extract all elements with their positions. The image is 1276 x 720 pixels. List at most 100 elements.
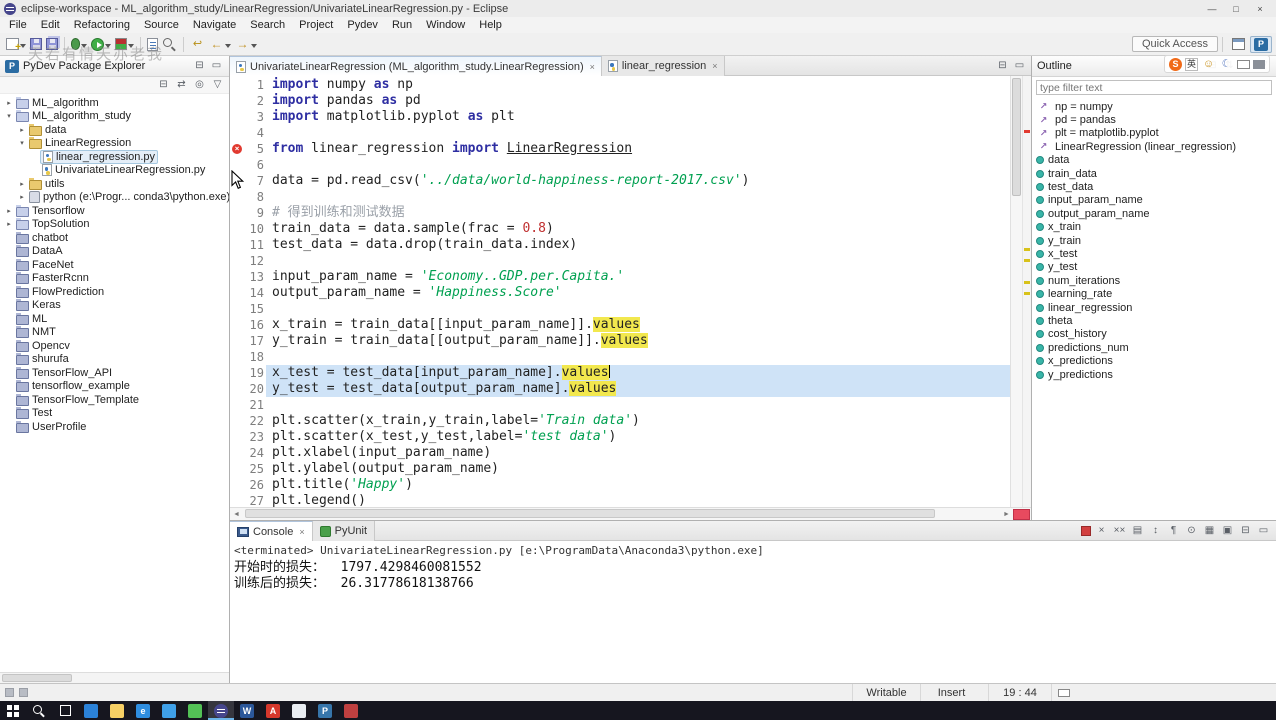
code-line[interactable]: 1 import numpy as np — [230, 77, 1010, 93]
pydev-perspective-button[interactable]: P — [1250, 35, 1272, 53]
editor-horizontal-scrollbar[interactable]: ◄ ► — [230, 507, 1031, 520]
pdf-icon[interactable]: A — [260, 701, 286, 720]
code-line-text[interactable]: output_param_name = 'Happiness.Score' — [266, 285, 1010, 301]
sogou-logo-icon[interactable]: S — [1169, 57, 1182, 71]
code-line[interactable]: 21 — [230, 397, 1010, 413]
vscode-icon[interactable] — [156, 701, 182, 720]
outline-item-plt-matplotlib-pyplot[interactable]: ↗ plt = matplotlib.pyplot — [1036, 127, 1276, 140]
outline-item-pd-pandas[interactable]: ↗ pd = pandas — [1036, 113, 1276, 126]
menu-run[interactable]: Run — [385, 18, 419, 32]
word-icon[interactable]: W — [234, 701, 260, 720]
forward-button[interactable]: → — [233, 36, 259, 53]
expand-arrow-icon[interactable]: ▸ — [17, 126, 27, 134]
scroll-left-icon[interactable]: ◄ — [230, 511, 243, 518]
wechat-icon[interactable] — [182, 701, 208, 720]
code-line-text[interactable] — [266, 125, 1010, 141]
tree-item-dataa[interactable]: DataA — [0, 245, 229, 259]
tree-item-test[interactable]: Test — [0, 407, 229, 421]
code-line-text[interactable]: plt.ylabel(output_param_name) — [266, 461, 1010, 477]
tree-item-univariatelinearregression-py[interactable]: UnivariateLinearRegression.py — [0, 164, 229, 178]
menu-source[interactable]: Source — [137, 18, 186, 32]
code-line[interactable]: 17 y_train = train_data[[output_param_nam… — [230, 333, 1010, 349]
tree-item-keras[interactable]: Keras — [0, 299, 229, 313]
close-icon[interactable]: × — [712, 61, 717, 71]
code-line[interactable]: 16 x_train = train_data[[input_param_name… — [230, 317, 1010, 333]
explorer-horizontal-scrollbar[interactable] — [0, 672, 229, 683]
code-line-text[interactable]: plt.scatter(x_test,y_test,label='test da… — [266, 429, 1010, 445]
language-mode-icon[interactable]: 英 — [1185, 57, 1198, 71]
tree-item-data[interactable]: ▸ data — [0, 123, 229, 137]
code-line[interactable]: 7 data = pd.read_csv('../data/world-happi… — [230, 173, 1010, 189]
code-line[interactable]: 23 plt.scatter(x_test,y_test,label='test … — [230, 429, 1010, 445]
debug-button[interactable] — [69, 37, 89, 52]
code-line[interactable]: 26 plt.title('Happy') — [230, 477, 1010, 493]
night-mode-icon[interactable]: ☾ — [1219, 57, 1234, 72]
outline-filter-input[interactable] — [1036, 80, 1272, 95]
soft-keyboard-icon[interactable] — [1237, 59, 1250, 69]
code-line[interactable]: 15 — [230, 301, 1010, 317]
collapse-arrow-icon[interactable]: ▾ — [17, 139, 27, 147]
code-line-text[interactable]: plt.xlabel(input_param_name) — [266, 445, 1010, 461]
tree-item-flowprediction[interactable]: FlowPrediction — [0, 285, 229, 299]
code-line-text[interactable]: y_train = train_data[[output_param_name]… — [266, 333, 1010, 349]
menu-edit[interactable]: Edit — [34, 18, 67, 32]
expand-arrow-icon[interactable]: ▸ — [17, 193, 27, 201]
code-line-text[interactable] — [266, 301, 1010, 317]
code-line[interactable]: 25 plt.ylabel(output_param_name) — [230, 461, 1010, 477]
code-line-text[interactable]: plt.legend() — [266, 493, 1010, 507]
close-window-button[interactable]: × — [1248, 1, 1272, 17]
tree-item-fasterrcnn[interactable]: FasterRcnn — [0, 272, 229, 286]
code-line[interactable]: 8 — [230, 189, 1010, 205]
search-button[interactable] — [160, 36, 179, 53]
run-button[interactable] — [89, 37, 113, 52]
focus-icon[interactable]: ◎ — [192, 78, 207, 93]
menu-file[interactable]: File — [2, 18, 34, 32]
code-line-text[interactable]: y_test = test_data[output_param_name].va… — [266, 381, 1010, 397]
tree-item-topsolution[interactable]: ▸ TopSolution — [0, 218, 229, 232]
file-explorer-icon[interactable] — [104, 701, 130, 720]
code-line[interactable]: 18 — [230, 349, 1010, 365]
outline-item-x-test[interactable]: x_test — [1036, 247, 1276, 260]
minimize-view-icon[interactable]: ⊟ — [1238, 523, 1253, 538]
code-line[interactable]: 9 # 得到训练和测试数据 — [230, 205, 1010, 221]
code-line[interactable]: 22 plt.scatter(x_train,y_train,label='Tra… — [230, 413, 1010, 429]
editor-tab-univariatelinearregression-ml-algorithm-st[interactable]: UnivariateLinearRegression (ML_algorithm… — [230, 56, 602, 76]
menu-window[interactable]: Window — [419, 18, 472, 32]
code-line[interactable]: 12 — [230, 253, 1010, 269]
emoji-icon[interactable]: ☺ — [1201, 57, 1216, 72]
outline-item-train-data[interactable]: train_data — [1036, 167, 1276, 180]
expand-arrow-icon[interactable]: ▸ — [4, 220, 14, 228]
tree-item-facenet[interactable]: FaceNet — [0, 258, 229, 272]
pin-console-icon[interactable]: ⊙ — [1184, 523, 1199, 538]
edge-icon[interactable]: e — [130, 701, 156, 720]
new-module-button[interactable] — [145, 37, 160, 52]
tree-item-ml-algorithm-study[interactable]: ▾ ML_algorithm_study — [0, 110, 229, 124]
tree-item-tensorflow-template[interactable]: TensorFlow_Template — [0, 393, 229, 407]
tree-item-tensorflow[interactable]: ▸ Tensorflow — [0, 204, 229, 218]
app-red-icon[interactable] — [338, 701, 364, 720]
notepad-icon[interactable] — [286, 701, 312, 720]
expand-arrow-icon[interactable]: ▸ — [4, 99, 14, 107]
console-body[interactable]: <terminated> UnivariateLinearRegression.… — [230, 541, 1276, 683]
expand-arrow-icon[interactable]: ▸ — [17, 180, 27, 188]
code-line-text[interactable]: import numpy as np — [266, 77, 1010, 93]
maximize-window-button[interactable]: □ — [1224, 1, 1248, 17]
tree-item-utils[interactable]: ▸ utils — [0, 177, 229, 191]
back-button[interactable]: ← — [207, 36, 233, 53]
tree-item-ml[interactable]: ML — [0, 312, 229, 326]
status-left-icon-2[interactable] — [19, 688, 28, 697]
task-view-button[interactable] — [52, 701, 78, 720]
code-line-text[interactable]: import pandas as pd — [266, 93, 1010, 109]
code-line-text[interactable]: x_train = train_data[[input_param_name]]… — [266, 317, 1010, 333]
remove-all-launches-icon[interactable]: ×× — [1112, 523, 1127, 538]
open-perspective-button[interactable] — [1229, 37, 1248, 51]
tree-item-userprofile[interactable]: UserProfile — [0, 420, 229, 434]
code-line[interactable]: 10 train_data = data.sample(frac = 0.8) — [230, 221, 1010, 237]
code-line[interactable]: × 5 from linear_regression import LinearRe… — [230, 141, 1010, 157]
code-line-text[interactable]: data = pd.read_csv('../data/world-happin… — [266, 173, 1010, 189]
code-line-text[interactable]: plt.scatter(x_train,y_train,label='Train… — [266, 413, 1010, 429]
tree-item-python-e-progr-conda3-python-exe[interactable]: ▸ python (e:\Progr... conda3\python.exe) — [0, 191, 229, 205]
maximize-view-icon[interactable]: ▭ — [209, 59, 224, 74]
status-left-icon-1[interactable] — [5, 688, 14, 697]
console-tab-console[interactable]: Console × — [230, 521, 313, 541]
